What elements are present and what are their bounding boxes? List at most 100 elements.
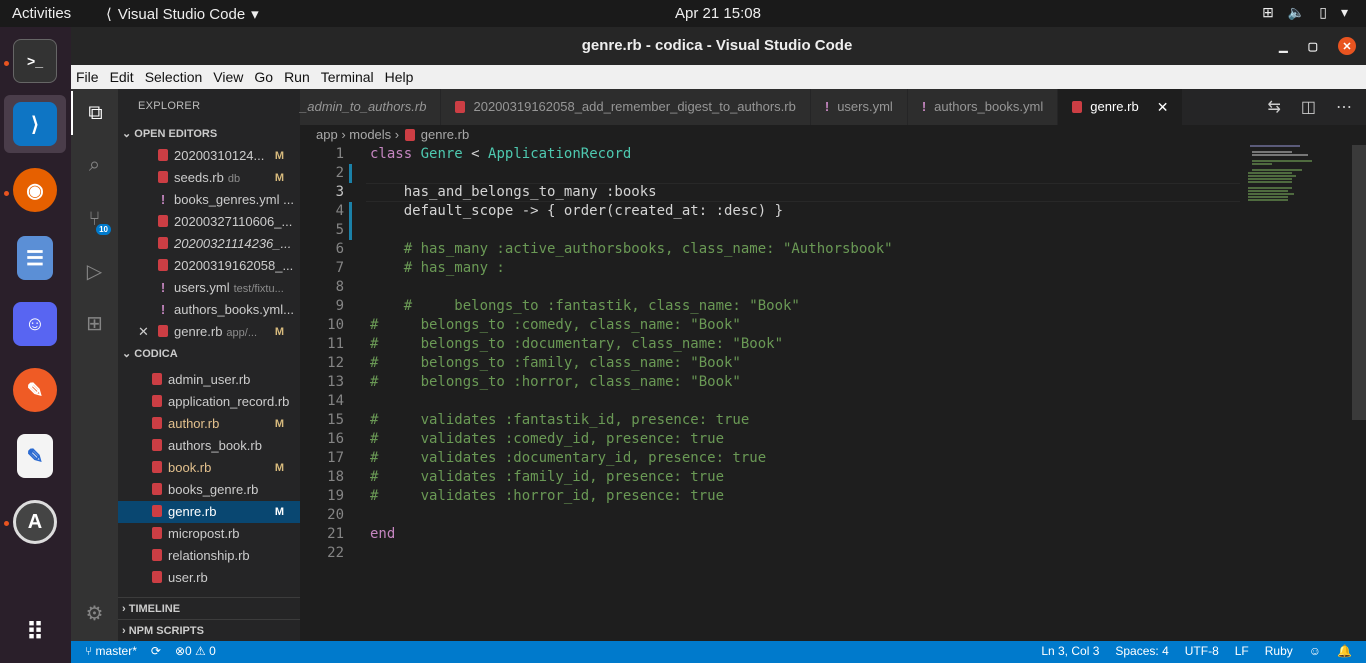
source-control-icon[interactable]: ⑂ 10	[71, 197, 118, 241]
menu-go[interactable]: Go	[254, 69, 273, 85]
open-changes-icon[interactable]: ⇆	[1267, 97, 1280, 117]
breadcrumb-models[interactable]: models	[349, 125, 391, 145]
extensions-icon[interactable]: ⊞	[71, 301, 118, 345]
modified-badge: M	[274, 150, 284, 162]
editor-tab[interactable]: genre.rb ✕	[1058, 89, 1184, 125]
menu-file[interactable]: File	[76, 69, 99, 85]
explorer-icon[interactable]: ⧉	[71, 91, 118, 135]
line-number: 13	[327, 374, 344, 390]
file-tree-item[interactable]: micropost.rb	[118, 523, 300, 545]
code-line-17: # validates :documentary_id, presence: t…	[370, 450, 767, 466]
menu-help[interactable]: Help	[385, 69, 414, 85]
clock[interactable]: Apr 21 15:08	[0, 5, 1366, 22]
dock-firefox[interactable]: ◉	[4, 161, 66, 219]
code-line-19: # validates :horror_id, presence: true	[370, 488, 725, 504]
tab-label: _admin_to_authors.rb	[300, 99, 427, 114]
dock-terminal[interactable]: >_	[4, 32, 66, 90]
dock-software[interactable]: A	[4, 493, 66, 551]
ruby-file-icon	[152, 483, 162, 495]
chevron-right-icon: ›	[337, 127, 350, 142]
project-header[interactable]: ⌄ CODICA	[118, 343, 300, 365]
file-tree-item[interactable]: books_genre.rb	[118, 479, 300, 501]
timeline-header[interactable]: › TIMELINE	[118, 597, 300, 619]
file-name: books_genres.yml ...	[174, 192, 294, 207]
file-tree-item[interactable]: admin_user.rb	[118, 369, 300, 391]
chevron-down-icon: ⌄	[122, 128, 135, 140]
editor-tab[interactable]: _admin_to_authors.rb	[300, 89, 442, 125]
open-editor-item[interactable]: seeds.rb db M	[118, 167, 300, 189]
editor-tab[interactable]: ! users.yml	[810, 89, 908, 125]
split-editor-icon[interactable]: ◫	[1301, 97, 1316, 117]
dock-vscode[interactable]: ⟩	[4, 95, 66, 153]
editor-tab[interactable]: ! authors_books.yml	[907, 89, 1059, 125]
menu-edit[interactable]: Edit	[110, 69, 134, 85]
menu-selection[interactable]: Selection	[145, 69, 203, 85]
close-tab-icon[interactable]: ✕	[1157, 89, 1169, 125]
sync-icon[interactable]: ⟳	[151, 644, 161, 658]
minimap[interactable]	[1240, 145, 1352, 205]
problems-indicator[interactable]: ⊗0 ⚠ 0	[175, 644, 216, 658]
close-window-button[interactable]: ✕	[1338, 37, 1356, 55]
file-tree-item[interactable]: author.rb M	[118, 413, 300, 435]
open-editor-item[interactable]: 20200321114236_...	[118, 233, 300, 255]
language-mode[interactable]: Ruby	[1265, 644, 1293, 658]
file-tree-item[interactable]: authors_book.rb	[118, 435, 300, 457]
end-of-line[interactable]: LF	[1235, 644, 1249, 658]
ruby-file-icon	[152, 505, 162, 517]
terminal-icon: >_	[13, 39, 57, 83]
settings-gear-icon[interactable]: ⚙	[71, 591, 118, 635]
line-number: 18	[327, 469, 344, 485]
open-editor-item[interactable]: ! users.yml test/fixtu...	[118, 277, 300, 299]
dock-postman[interactable]: ✎	[4, 361, 66, 419]
menu-terminal[interactable]: Terminal	[321, 69, 374, 85]
indentation[interactable]: Spaces: 4	[1115, 644, 1168, 658]
breadcrumb-app[interactable]: app	[316, 125, 338, 145]
error-icon: ⊗	[174, 644, 186, 658]
breadcrumb-file[interactable]: genre.rb	[421, 125, 469, 145]
encoding[interactable]: UTF-8	[1185, 644, 1219, 658]
code-line-18: # validates :family_id, presence: true	[370, 469, 725, 485]
dock-discord[interactable]: ☺	[4, 295, 66, 353]
code-line-11: # belongs_to :documentary, class_name: "…	[370, 336, 784, 352]
menu-view[interactable]: View	[213, 69, 243, 85]
file-tree-item[interactable]: user.rb	[118, 567, 300, 589]
maximize-icon[interactable]: ▢	[1308, 40, 1318, 53]
menu-run[interactable]: Run	[284, 69, 310, 85]
dock-files[interactable]: ☰	[4, 229, 66, 287]
open-editors-header[interactable]: ⌄ OPEN EDITORS	[118, 123, 300, 145]
code-editor[interactable]: 1 2 3 4 5 6 7 8 9 10 11 12 13 14 15 16 17 18 19 20 21 22 clas…	[300, 145, 1352, 641]
file-name: genre.rb	[174, 324, 223, 339]
branch-indicator[interactable]: ⑂ master*	[85, 644, 137, 658]
system-tray[interactable]: ⊞ 🔈 ▯ ▾	[1262, 4, 1348, 21]
ruby-file-icon	[158, 325, 168, 337]
minimize-icon[interactable]: ▁	[1279, 40, 1287, 53]
open-editor-item[interactable]: ✕ genre.rb app/... M	[118, 321, 300, 343]
file-tree-item[interactable]: genre.rb M	[118, 501, 300, 523]
open-editor-item[interactable]: ! books_genres.yml ...	[118, 189, 300, 211]
search-icon[interactable]: ⌕	[71, 143, 118, 187]
feedback-icon[interactable]: ☺	[1309, 644, 1321, 658]
file-tree-item[interactable]: application_record.rb	[118, 391, 300, 413]
code-line-16: # validates :comedy_id, presence: true	[370, 431, 725, 447]
editor-tab[interactable]: 20200319162058_add_remember_digest_to_au…	[441, 89, 811, 125]
open-editor-item[interactable]: ! authors_books.yml...	[118, 299, 300, 321]
close-icon[interactable]: ✕	[138, 321, 149, 343]
dock-show-apps[interactable]: ⠿	[4, 603, 66, 661]
tab-label: 20200319162058_add_remember_digest_to_au…	[473, 99, 796, 114]
explorer-sidebar: EXPLORER ⌄ OPEN EDITORS 20200310124... Ms…	[118, 89, 300, 641]
open-editor-item[interactable]: 20200310124... M	[118, 145, 300, 167]
file-tree-item[interactable]: book.rb M	[118, 457, 300, 479]
file-tree-item[interactable]: relationship.rb	[118, 545, 300, 567]
editor-scrollbar[interactable]	[1352, 145, 1366, 420]
cursor-position[interactable]: Ln 3, Col 3	[1041, 644, 1099, 658]
open-editor-item[interactable]: 20200327110606_...	[118, 211, 300, 233]
npm-scripts-header[interactable]: › NPM SCRIPTS	[118, 619, 300, 641]
notifications-bell-icon[interactable]: 🔔	[1337, 644, 1352, 658]
run-debug-icon[interactable]: ▷	[71, 249, 118, 293]
file-name: 20200310124...	[174, 148, 265, 163]
file-name: authors_book.rb	[168, 438, 262, 453]
dock-text-editor[interactable]: ✎	[4, 427, 66, 485]
more-actions-icon[interactable]: ⋯	[1336, 97, 1352, 117]
open-editor-item[interactable]: 20200319162058_...	[118, 255, 300, 277]
line-number: 10	[327, 317, 344, 333]
